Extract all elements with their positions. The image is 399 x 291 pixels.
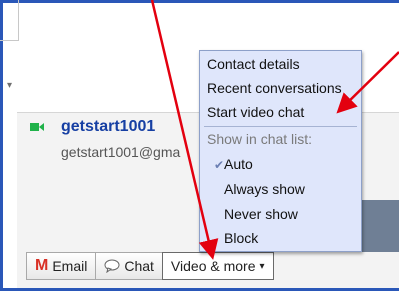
chevron-down-icon: ▾ — [259, 260, 265, 272]
chat-button-label: Chat — [124, 258, 154, 274]
menu-option-never-show[interactable]: Never show — [224, 206, 298, 222]
menu-item-recent-conversations[interactable]: Recent conversations — [207, 80, 342, 96]
chat-button[interactable]: Chat — [95, 252, 163, 280]
email-button-label: Email — [52, 258, 88, 274]
contact-action-toolbar: M Email Chat Video & more ▾ — [26, 252, 274, 282]
menu-divider — [204, 126, 357, 127]
menu-option-auto[interactable]: Auto — [224, 156, 253, 172]
menu-option-always-show[interactable]: Always show — [224, 181, 305, 197]
triangle-down-icon[interactable]: ▾ — [7, 80, 12, 91]
email-button[interactable]: M Email — [26, 252, 97, 280]
menu-section-header: Show in chat list: — [207, 131, 313, 147]
video-more-button[interactable]: Video & more ▾ — [161, 252, 274, 280]
video-more-button-label: Video & more — [170, 258, 256, 274]
menu-item-start-video-chat[interactable]: Start video chat — [207, 104, 304, 120]
menu-option-block[interactable]: Block — [224, 230, 258, 246]
video-more-dropdown-menu: Contact details Recent conversations Sta… — [199, 50, 362, 252]
chat-bubble-icon — [104, 259, 120, 273]
menu-item-contact-details[interactable]: Contact details — [207, 56, 300, 72]
gmail-m-icon: M — [35, 257, 49, 274]
check-mark-icon: ✔ — [214, 158, 225, 172]
contact-name[interactable]: getstart1001 — [61, 118, 155, 136]
video-camera-icon — [30, 123, 44, 131]
frame-corner — [0, 0, 19, 41]
contact-email: getstart1001@gma — [61, 144, 181, 160]
